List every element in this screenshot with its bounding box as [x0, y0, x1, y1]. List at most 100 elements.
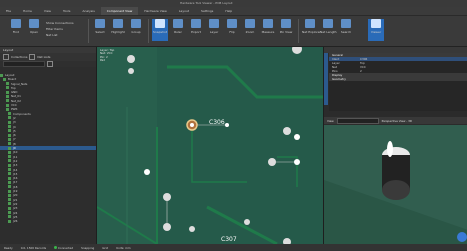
pin-view-button[interactable]: Pin View — [278, 19, 294, 41]
pin-icon — [281, 19, 291, 28]
tree-node-icon — [3, 77, 6, 81]
tree-node-icon — [8, 120, 11, 124]
export-icon — [191, 19, 201, 28]
tab-analysis[interactable]: Analysis — [76, 7, 100, 15]
search-icon — [341, 19, 351, 28]
component-3d-graphic — [324, 125, 467, 244]
component-ref-c306[interactable]: C306 — [209, 119, 225, 126]
search-button[interactable]: Search — [338, 19, 354, 41]
view-mode-select[interactable] — [336, 117, 379, 124]
status-grid[interactable]: Grid — [102, 246, 108, 250]
status-ready: Ready — [4, 245, 13, 250]
property-row[interactable]: Geometry — [329, 77, 467, 81]
highlight-icon — [113, 19, 123, 28]
export-button[interactable]: Export — [188, 19, 204, 41]
zoom-icon — [245, 19, 255, 28]
net-explorer-button[interactable]: Net Explorer — [302, 19, 321, 41]
tree-node-icon — [8, 180, 11, 184]
tab-layout[interactable]: Layout — [173, 7, 195, 15]
canvas-overlay-info: Layer: Top Net: VCC Pin: 2 Pad — [100, 48, 114, 63]
app-window: Hardware Tool Viewer - PCB Layout File H… — [0, 0, 467, 251]
tab-file[interactable]: File — [0, 7, 17, 15]
ribbon-tabs: File Home View Tools Analysis Component … — [0, 7, 467, 16]
ruler-icon — [173, 19, 183, 28]
tree-node-icon — [6, 99, 9, 103]
tree-node-icon — [8, 129, 11, 133]
group-button[interactable]: Group — [128, 19, 144, 41]
tree-node-icon — [8, 211, 11, 214]
measure-button[interactable]: Measure — [260, 19, 276, 41]
tree-node-icon — [6, 107, 9, 111]
open-button[interactable]: Open — [26, 19, 42, 41]
highlight-button[interactable]: Highlight — [110, 19, 126, 41]
window-title: Hardware Tool Viewer - PCB Layout — [180, 1, 233, 5]
checkbox[interactable] — [3, 54, 9, 60]
viewer-label: View — [327, 118, 334, 123]
tree-item[interactable]: J26 — [0, 219, 96, 223]
component-ref-c307[interactable]: C307 — [221, 236, 237, 243]
tree-node-icon — [6, 103, 9, 107]
tree-node-icon — [8, 159, 11, 163]
net-list-option[interactable]: Net List — [46, 33, 57, 37]
tree-node-icon — [6, 90, 9, 94]
pcb-board-graphic — [97, 47, 323, 244]
properties-grid: General Ident C306 Layer Top Net VCC Pins 2 … — [329, 53, 467, 111]
layout-tree: Layout Board Signal_Nets Top GND Net_01 Net_02… — [0, 73, 96, 223]
status-connected: Connected — [54, 246, 73, 250]
layers-icon — [209, 19, 219, 28]
tree-node-icon — [6, 86, 9, 90]
camera-icon — [155, 19, 165, 28]
tab-settings[interactable]: Settings — [195, 7, 219, 15]
filter-row — [0, 61, 96, 67]
tab-component-view[interactable]: Component View — [100, 7, 139, 15]
tab-home[interactable]: Home — [17, 7, 38, 15]
status-records: 0.0, 1500 Records — [20, 245, 47, 250]
flip-icon — [227, 19, 237, 28]
filter-input[interactable] — [3, 61, 45, 67]
select-button[interactable]: Select — [92, 19, 108, 41]
net-length-button[interactable]: Net Length — [320, 19, 337, 41]
tree-node-icon — [8, 206, 11, 210]
3d-viewer[interactable] — [324, 125, 467, 244]
find-button[interactable]: Find — [8, 19, 24, 41]
tree-node-icon — [8, 112, 11, 116]
checkbox[interactable] — [29, 54, 36, 60]
ribbon-separator — [148, 19, 149, 43]
tree-node-icon — [8, 146, 11, 150]
net-lists-label[interactable]: Net Lists — [37, 55, 50, 59]
right-panel: General Ident C306 Layer Top Net VCC Pins 2 … — [323, 47, 467, 244]
tab-hardware-view[interactable]: Hardware View — [138, 7, 173, 15]
collections-label[interactable]: Collections — [11, 55, 27, 59]
zoom-button[interactable]: Zoom — [242, 19, 258, 41]
tab-tools[interactable]: Tools — [57, 7, 76, 15]
flip-button[interactable]: Flip — [224, 19, 240, 41]
layer-button[interactable]: Layer — [206, 19, 222, 41]
filter-options-icon[interactable] — [47, 61, 53, 67]
ruler-button[interactable]: Ruler — [170, 19, 186, 41]
tree-node-icon — [8, 185, 11, 189]
group-icon — [131, 19, 141, 28]
tab-view[interactable]: View — [38, 7, 57, 15]
view-cube-icon[interactable] — [457, 232, 467, 242]
show-connections-option[interactable]: Show Connections — [46, 21, 74, 25]
tab-help[interactable]: Help — [219, 7, 238, 15]
pcb-canvas[interactable]: Layer: Top Net: VCC Pin: 2 Pad C306 C307 — [97, 47, 323, 244]
tree-item-label: J26 — [13, 219, 18, 224]
snapshot-button[interactable]: Snapshot — [152, 19, 168, 41]
tree-node-icon — [8, 215, 11, 219]
select-icon — [95, 19, 105, 28]
viewer-button[interactable]: Viewer — [368, 19, 384, 41]
status-bar: Ready 0.0, 1500 Records Connected Snappi… — [0, 244, 467, 251]
cube-icon — [371, 19, 381, 28]
tree-node-icon — [8, 155, 11, 159]
tree-node-icon — [8, 125, 11, 129]
ribbon-separator — [298, 19, 299, 43]
tree-node-icon — [8, 198, 11, 202]
properties-side-tab[interactable] — [324, 53, 328, 105]
filter-items-option[interactable]: Filter Items — [46, 27, 63, 31]
tree-node-icon — [6, 94, 9, 98]
status-units[interactable]: Units: mm — [116, 246, 130, 250]
tree-node-icon — [8, 163, 11, 167]
status-snapping[interactable]: Snapping — [81, 246, 94, 250]
tree-node-icon — [8, 168, 11, 172]
